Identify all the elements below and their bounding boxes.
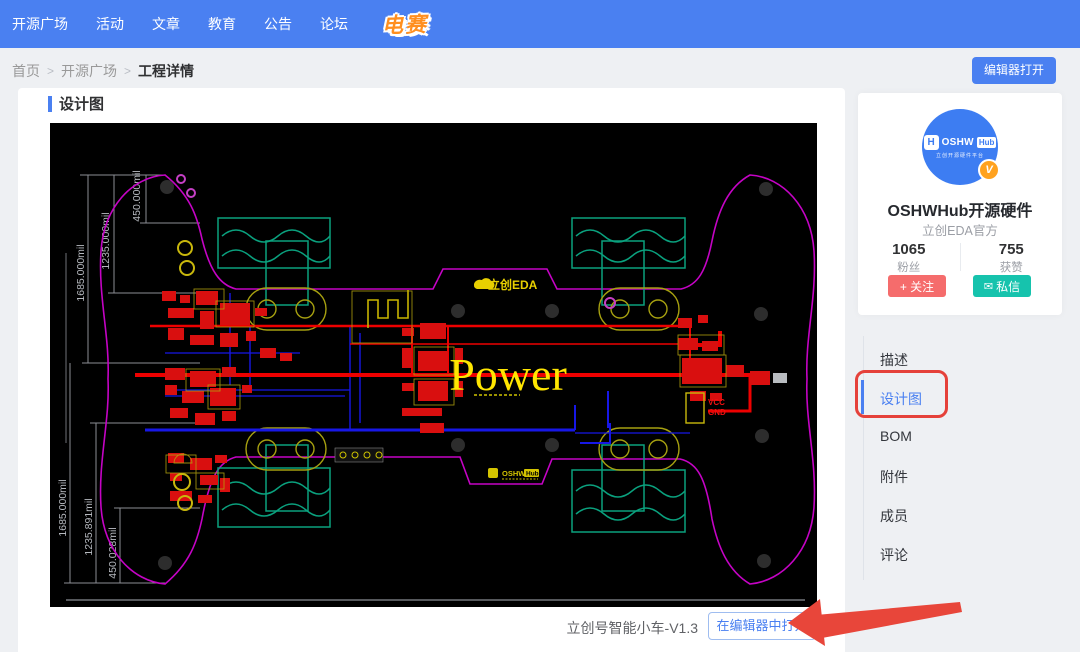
breadcrumb-separator: >: [47, 64, 54, 78]
menu-item-attachments[interactable]: 附件: [880, 467, 960, 487]
nav-item-open-square[interactable]: 开源广场: [12, 14, 68, 34]
author-name[interactable]: OSHWHub开源硬件: [858, 197, 1062, 221]
dim-label: 450.028mil: [107, 527, 119, 578]
breadcrumb: 首页 > 开源广场 > 工程详情: [12, 61, 194, 81]
nav-item-articles[interactable]: 文章: [152, 14, 180, 34]
breadcrumb-current: 工程详情: [138, 61, 194, 81]
author-profile-card: H OSHW Hub 立创开源硬件平台 V OSHWHub开源硬件 立创EDA官…: [858, 93, 1062, 315]
annotation-arrow: [780, 593, 965, 652]
section-accent-bar: [48, 96, 52, 112]
author-stats: 1065 粉丝 755 获赞: [858, 241, 1062, 275]
menu-item-description[interactable]: 描述: [880, 350, 960, 370]
breadcrumb-home[interactable]: 首页: [12, 61, 40, 81]
power-switch: [773, 373, 787, 383]
dim-label: 1685.000mil: [75, 244, 87, 301]
svg-text:Hub: Hub: [526, 471, 539, 478]
envelope-icon: ✉: [984, 280, 993, 293]
dim-label: 1685.000mil: [57, 479, 69, 536]
dim-label: 1235.891mil: [83, 498, 95, 555]
author-subtitle: 立创EDA官方: [858, 220, 1062, 239]
menu-item-bom[interactable]: BOM: [880, 428, 960, 448]
oshwhub-logo-icon: H: [924, 135, 939, 150]
gnd-label: GND: [708, 408, 726, 417]
nav-item-education[interactable]: 教育: [208, 14, 236, 34]
stat-followers: 1065 粉丝: [858, 241, 960, 275]
annotation-highlight-box: [855, 370, 948, 418]
pcb-design-image: 1685.000mil 1235.000mil 450.000mil 1685.…: [50, 123, 817, 607]
oshwhub-silk-logo: OSHW Hub: [488, 468, 539, 479]
nav-item-activity[interactable]: 活动: [96, 14, 124, 34]
lceda-logo-text: 立创EDA: [488, 277, 538, 292]
menu-item-members[interactable]: 成员: [880, 506, 960, 526]
avatar-brand-subtext: 立创开源硬件平台: [936, 152, 984, 159]
avatar-brand-hub: Hub: [977, 137, 997, 148]
power-label: Power: [449, 349, 567, 400]
message-button[interactable]: ✉ 私信: [973, 275, 1031, 297]
pin-header: [335, 448, 383, 462]
menu-item-comments[interactable]: 评论: [880, 545, 960, 565]
follow-button[interactable]: + 关注: [888, 275, 946, 297]
nav-item-announcement[interactable]: 公告: [264, 14, 292, 34]
svg-text:OSHW: OSHW: [502, 469, 526, 478]
avatar-brand-text: OSHW: [942, 137, 974, 148]
dim-label: 450.000mil: [131, 170, 143, 221]
project-version-name: 立创号智能小车-V1.3: [540, 618, 698, 638]
breadcrumb-separator: >: [124, 64, 131, 78]
vcc-label: VCC: [708, 398, 725, 407]
section-header: 设计图: [48, 93, 104, 114]
page: 开源广场 活动 文章 教育 公告 论坛 电赛 首页 > 开源广场 > 工程详情 …: [0, 0, 1080, 652]
breadcrumb-parent[interactable]: 开源广场: [61, 61, 117, 81]
nav-item-forum[interactable]: 论坛: [320, 14, 348, 34]
verified-badge-icon: V: [978, 159, 1000, 181]
open-editor-button[interactable]: 编辑器打开: [972, 57, 1056, 84]
contest-logo[interactable]: 电赛: [381, 8, 428, 40]
section-title: 设计图: [59, 93, 104, 114]
stat-likes: 755 获赞: [961, 241, 1063, 275]
top-nav: 开源广场 活动 文章 教育 公告 论坛 电赛: [0, 0, 1080, 48]
